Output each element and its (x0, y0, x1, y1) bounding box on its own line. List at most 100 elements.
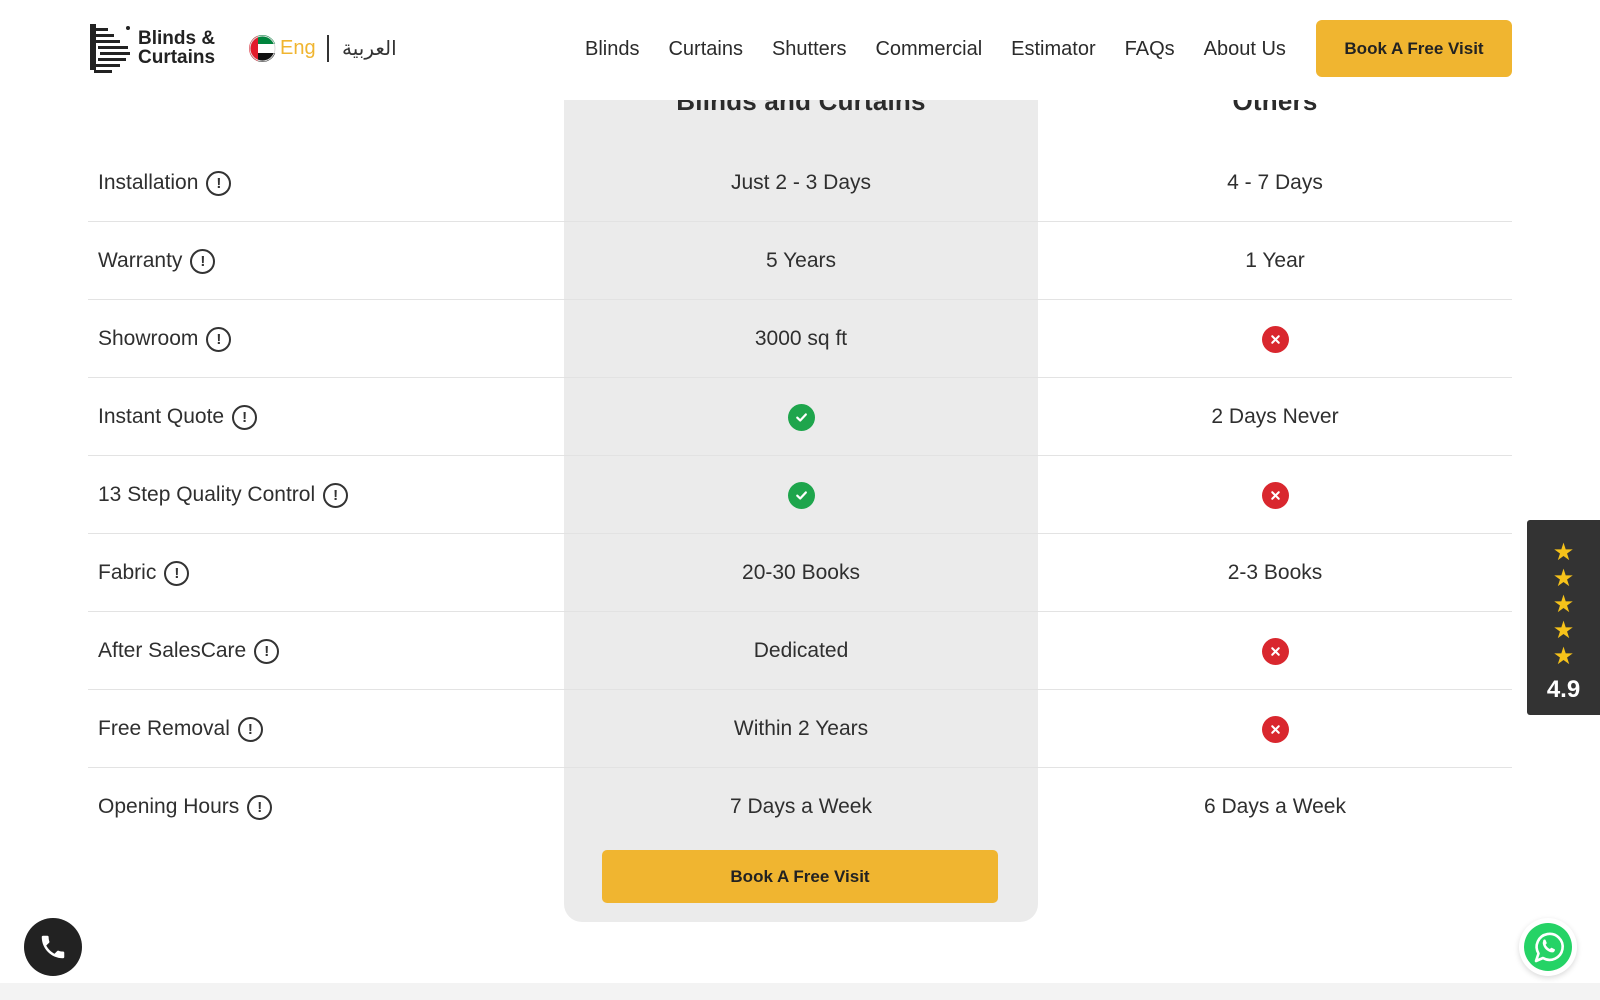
rating-value: 4.9 (1546, 676, 1581, 703)
feature-label-text: 13 Step Quality Control (98, 483, 316, 506)
uae-flag-icon (249, 35, 276, 62)
language-divider (327, 35, 329, 62)
others-value: 2 Days Never (1038, 405, 1512, 429)
feature-label-text: Fabric (98, 561, 157, 584)
comparison-section: Blinds and Curtains Others Installation!… (88, 0, 1512, 1000)
ours-value: Within 2 Years (564, 717, 1038, 741)
others-value: 2-3 Books (1038, 561, 1512, 585)
cross-icon (1261, 715, 1289, 743)
nav-blinds[interactable]: Blinds (585, 38, 639, 61)
ours-value-text: 3000 sq ft (754, 327, 848, 350)
others-value: 1 Year (1038, 249, 1512, 273)
feature-label: After SalesCare! (88, 638, 564, 664)
check-icon (787, 481, 815, 509)
comparison-row: Installation! Just 2 - 3 Days 4 - 7 Days (88, 144, 1512, 222)
others-value: 6 Days a Week (1038, 795, 1512, 819)
check-icon (787, 403, 815, 431)
comparison-row: Warranty! 5 Years 1 Year (88, 222, 1512, 300)
language-english-link[interactable]: Eng (280, 37, 316, 60)
ours-value-text: Within 2 Years (733, 717, 869, 740)
feature-label: Instant Quote! (88, 404, 564, 430)
logo-mark-icon (90, 24, 130, 73)
feature-label-text: After SalesCare (98, 639, 247, 662)
book-free-visit-button[interactable]: Book A Free Visit (602, 850, 998, 903)
whatsapp-button[interactable] (1519, 918, 1577, 976)
comparison-row: 13 Step Quality Control! (88, 456, 1512, 534)
comparison-row: Showroom! 3000 sq ft (88, 300, 1512, 378)
logo-text-line1: Blinds & (138, 28, 216, 49)
feature-label-text: Free Removal (98, 717, 230, 740)
info-icon[interactable]: ! (206, 326, 232, 352)
nav-shutters[interactable]: Shutters (772, 38, 846, 61)
info-icon[interactable]: ! (206, 170, 232, 196)
page-bottom-strip (0, 983, 1600, 1000)
others-value-text: 1 Year (1245, 249, 1305, 272)
info-icon[interactable]: ! (164, 560, 190, 586)
others-value-text: 2 Days Never (1211, 405, 1339, 428)
feature-label-text: Installation (98, 171, 199, 194)
ours-value (564, 481, 1038, 509)
others-value-text: 4 - 7 Days (1227, 171, 1323, 194)
star-icon: ★ (1552, 617, 1575, 644)
ours-value: Dedicated (564, 639, 1038, 663)
others-value (1038, 325, 1512, 353)
nav-faqs[interactable]: FAQs (1125, 38, 1175, 61)
nav-about-us[interactable]: About Us (1204, 38, 1286, 61)
ours-value-text: Dedicated (753, 639, 849, 662)
rating-badge[interactable]: ★ ★ ★ ★ ★ 4.9 (1527, 520, 1600, 715)
others-value-text: 6 Days a Week (1203, 795, 1346, 818)
info-icon[interactable]: ! (237, 716, 263, 742)
feature-label: Opening Hours! (88, 794, 564, 820)
comparison-rows: Installation! Just 2 - 3 Days 4 - 7 Days Wa… (88, 144, 1512, 846)
feature-label: Showroom! (88, 326, 564, 352)
cross-icon (1261, 637, 1289, 665)
info-icon[interactable]: ! (190, 248, 216, 274)
ours-value: 20-30 Books (564, 561, 1038, 585)
comparison-row: Free Removal! Within 2 Years (88, 690, 1512, 768)
feature-label: Free Removal! (88, 716, 564, 742)
site-header: Blinds & Curtains Eng العربية Blinds Cur… (0, 0, 1600, 100)
feature-label-text: Instant Quote (98, 405, 225, 428)
feature-label: Installation! (88, 170, 564, 196)
info-icon[interactable]: ! (254, 638, 280, 664)
others-value (1038, 715, 1512, 743)
star-icon: ★ (1552, 643, 1575, 670)
logo[interactable]: Blinds & Curtains (88, 20, 215, 76)
others-value (1038, 481, 1512, 509)
info-icon[interactable]: ! (247, 794, 273, 820)
info-icon[interactable]: ! (232, 404, 258, 430)
logo-text-line2: Curtains (138, 47, 216, 68)
cross-icon (1261, 481, 1289, 509)
logo-text: Blinds & Curtains (138, 29, 215, 67)
ours-value: 3000 sq ft (564, 327, 1038, 351)
feature-label-text: Opening Hours (98, 795, 240, 818)
feature-label: Warranty! (88, 248, 564, 274)
header-book-free-visit-button[interactable]: Book A Free Visit (1316, 20, 1512, 77)
feature-label-text: Showroom (98, 327, 199, 350)
nav-estimator[interactable]: Estimator (1011, 38, 1095, 61)
nav-curtains[interactable]: Curtains (668, 38, 742, 61)
info-icon[interactable]: ! (323, 482, 349, 508)
ours-value: Just 2 - 3 Days (564, 171, 1038, 195)
rating-stars: ★ ★ ★ ★ ★ (1553, 540, 1575, 670)
ours-value-text: Just 2 - 3 Days (730, 171, 872, 194)
comparison-row: Opening Hours! 7 Days a Week 6 Days a Week (88, 768, 1512, 846)
comparison-row: Instant Quote! 2 Days Never (88, 378, 1512, 456)
cross-icon (1261, 325, 1289, 353)
feature-label: 13 Step Quality Control! (88, 482, 564, 508)
star-icon: ★ (1552, 591, 1575, 618)
ours-value: 7 Days a Week (564, 795, 1038, 819)
others-value-text: 2-3 Books (1227, 561, 1323, 584)
ours-value (564, 403, 1038, 431)
ours-value-text: 5 Years (765, 249, 837, 272)
others-value: 4 - 7 Days (1038, 171, 1512, 195)
comparison-row: After SalesCare! Dedicated (88, 612, 1512, 690)
language-arabic-link[interactable]: العربية (342, 36, 397, 60)
feature-label: Fabric! (88, 560, 564, 586)
call-button[interactable] (24, 918, 82, 976)
main-nav: Blinds Curtains Shutters Commercial Esti… (585, 38, 1315, 61)
whatsapp-icon (1524, 923, 1572, 971)
feature-label-text: Warranty (98, 249, 183, 272)
nav-commercial[interactable]: Commercial (875, 38, 982, 61)
comparison-row: Fabric! 20-30 Books 2-3 Books (88, 534, 1512, 612)
